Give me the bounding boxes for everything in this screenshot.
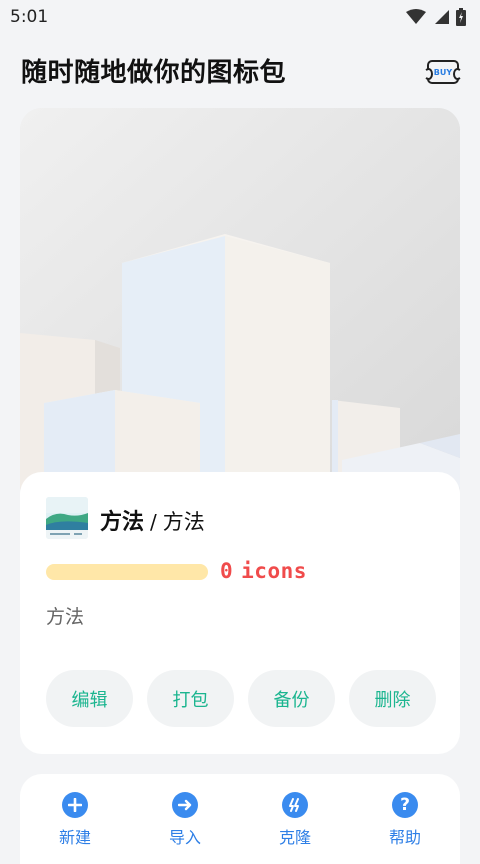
nav-clone-label: 克隆 xyxy=(278,828,311,847)
buy-ticket-button[interactable]: BUY xyxy=(424,60,462,84)
backup-button[interactable]: 备份 xyxy=(248,670,335,727)
icon-count: 0 icons xyxy=(220,559,307,583)
status-time: 5:01 xyxy=(10,7,49,27)
package-button[interactable]: 打包 xyxy=(147,670,234,727)
signal-icon xyxy=(435,10,449,24)
nav-help[interactable]: ? 帮助 xyxy=(365,792,445,848)
status-icons xyxy=(406,8,466,26)
icon-count-number: 0 xyxy=(220,559,234,583)
icon-progress-bar xyxy=(46,564,208,580)
help-icon: ? xyxy=(392,792,418,818)
pack-title: 方法 / 方法 xyxy=(100,504,205,536)
icon-pack-card[interactable]: 方法 / 方法 0 icons 方法 编辑 打包 备份 删除 xyxy=(20,472,460,754)
hero-illustration xyxy=(20,108,460,508)
nav-import-label: 导入 xyxy=(168,828,201,847)
delete-button[interactable]: 删除 xyxy=(349,670,436,727)
pack-thumbnail xyxy=(46,497,88,539)
page-title: 随时随地做你的图标包 xyxy=(21,57,287,88)
pack-name: 方法 xyxy=(100,510,145,535)
battery-icon xyxy=(456,8,466,26)
icon-count-unit: icons xyxy=(241,559,307,583)
nav-import[interactable]: 导入 xyxy=(145,792,225,848)
edit-button[interactable]: 编辑 xyxy=(46,670,133,727)
app-header: 随时随地做你的图标包 BUY xyxy=(0,48,480,92)
nav-clone[interactable]: 克隆 xyxy=(255,792,335,848)
arrow-right-icon xyxy=(172,792,198,818)
wifi-icon xyxy=(406,9,426,24)
status-bar: 5:01 xyxy=(0,0,480,34)
nav-help-label: 帮助 xyxy=(388,828,421,847)
bolt-icon xyxy=(282,792,308,818)
buy-label: BUY xyxy=(433,67,453,77)
buildings-illustration xyxy=(20,108,460,508)
pack-subtitle: 方法 xyxy=(162,510,205,534)
pack-actions: 编辑 打包 备份 删除 xyxy=(46,670,436,727)
pack-title-separator: / xyxy=(150,510,157,534)
pack-description: 方法 xyxy=(46,606,85,628)
bottom-nav: 新建 导入 克隆 ? 帮助 xyxy=(20,774,460,864)
nav-new[interactable]: 新建 xyxy=(35,792,115,848)
nav-new-label: 新建 xyxy=(58,828,91,847)
plus-icon xyxy=(62,792,88,818)
